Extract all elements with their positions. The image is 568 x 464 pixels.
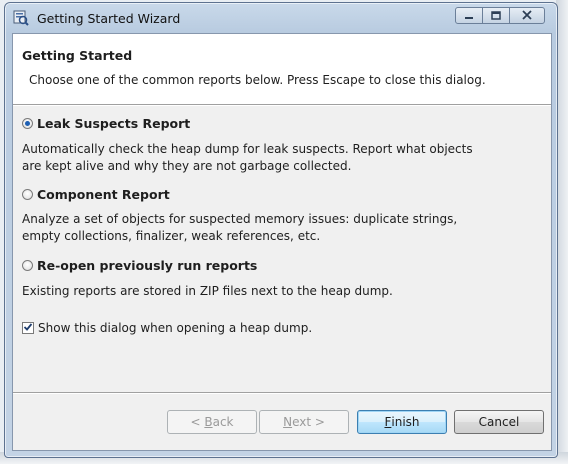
header-divider: [13, 104, 551, 106]
back-button[interactable]: < Back: [167, 410, 257, 434]
wizard-dialog: Getting Started Wizard Getting Started C…: [4, 2, 558, 458]
minimize-icon: [464, 9, 474, 23]
finish-button-mnemonic: F: [384, 415, 392, 429]
maximize-icon: [491, 9, 501, 23]
description-line: empty collections, finalizer, weak refer…: [22, 229, 321, 243]
show-dialog-checkbox[interactable]: [22, 322, 34, 334]
description-line: Automatically check the heap dump for le…: [22, 142, 473, 156]
reopen-reports-label: Re-open previously run reports: [37, 258, 258, 273]
show-dialog-label: Show this dialog when opening a heap dum…: [38, 321, 313, 335]
dialog-client-area: Getting Started Choose one of the common…: [12, 33, 552, 451]
back-button-prefix: <: [190, 415, 205, 429]
leak-suspects-label: Leak Suspects Report: [37, 116, 191, 131]
next-button-label: ext >: [292, 415, 325, 429]
leak-suspects-radio[interactable]: [22, 118, 33, 129]
description-line: are kept alive and why they are not garb…: [22, 159, 352, 173]
reopen-reports-radio[interactable]: [22, 260, 33, 271]
option-component-report[interactable]: Component Report: [22, 187, 170, 202]
button-bar-divider: [13, 392, 551, 394]
minimize-button[interactable]: [455, 7, 483, 24]
wizard-header: Getting Started Choose one of the common…: [13, 34, 551, 104]
leak-suspects-description: Automatically check the heap dump for le…: [22, 141, 542, 175]
description-line: Existing reports are stored in ZIP files…: [22, 284, 393, 298]
close-icon: [522, 9, 532, 23]
window-controls: [455, 7, 547, 27]
finish-button-label: inish: [391, 415, 420, 429]
radio-selected-dot: [25, 121, 30, 126]
page-description: Choose one of the common reports below. …: [29, 73, 486, 87]
back-button-label: ack: [212, 415, 234, 429]
cancel-button-label: Cancel: [478, 415, 520, 429]
back-button-mnemonic: B: [204, 415, 213, 429]
component-report-label: Component Report: [37, 187, 170, 202]
window-title: Getting Started Wizard: [37, 11, 181, 26]
next-button[interactable]: Next >: [259, 410, 349, 434]
cancel-button[interactable]: Cancel: [454, 410, 544, 434]
next-button-mnemonic: N: [283, 415, 293, 429]
checkmark-icon: [23, 321, 33, 335]
close-button[interactable]: [509, 7, 545, 24]
component-report-radio[interactable]: [22, 189, 33, 200]
option-reopen-reports[interactable]: Re-open previously run reports: [22, 258, 257, 273]
description-line: Analyze a set of objects for suspected m…: [22, 212, 458, 226]
mat-wizard-icon: [13, 10, 29, 26]
title-bar[interactable]: Getting Started Wizard: [5, 3, 557, 33]
option-leak-suspects[interactable]: Leak Suspects Report: [22, 116, 190, 131]
page-title: Getting Started: [22, 48, 133, 63]
reopen-reports-description: Existing reports are stored in ZIP files…: [22, 283, 542, 300]
show-dialog-option[interactable]: Show this dialog when opening a heap dum…: [22, 321, 312, 335]
component-report-description: Analyze a set of objects for suspected m…: [22, 211, 542, 245]
finish-button[interactable]: Finish: [357, 410, 447, 434]
maximize-button[interactable]: [482, 7, 510, 24]
